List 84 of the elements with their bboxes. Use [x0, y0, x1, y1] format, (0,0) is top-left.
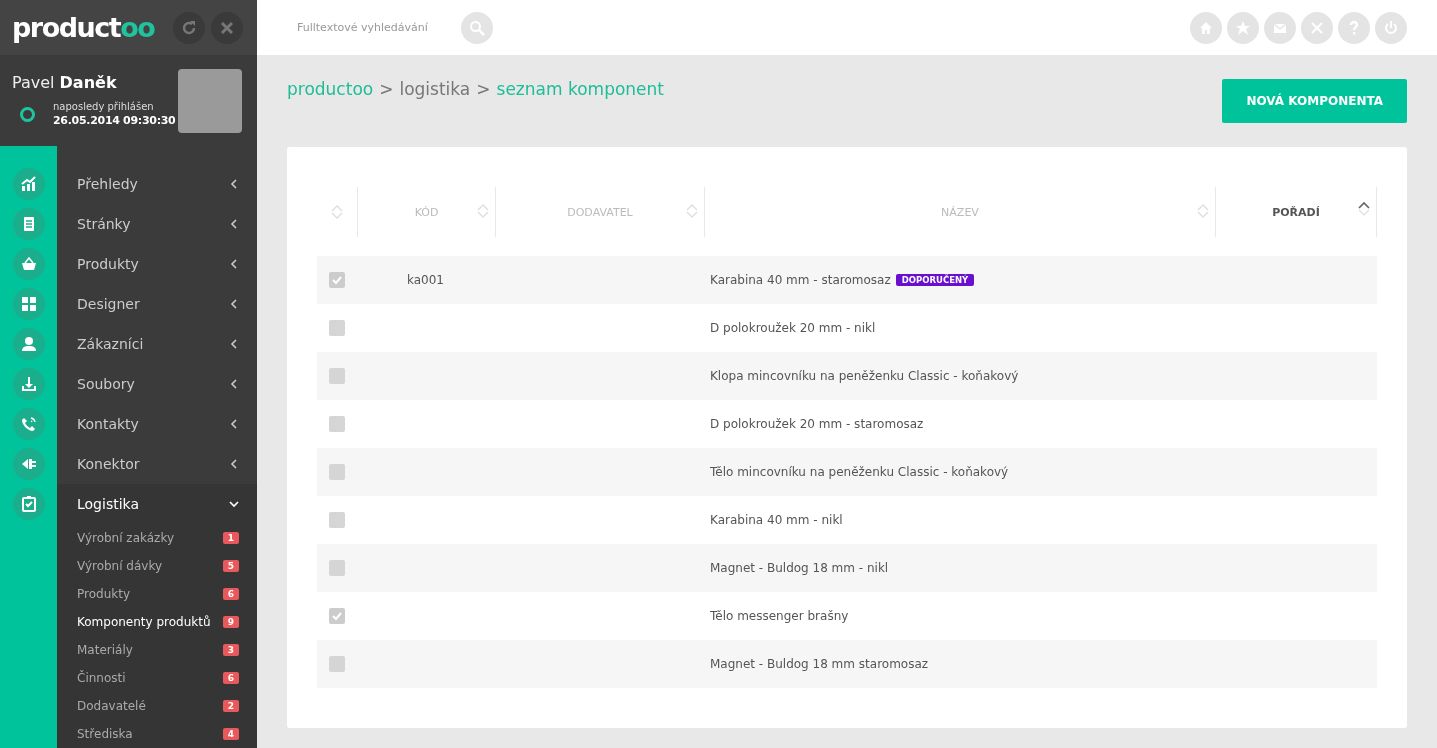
- row-checkbox[interactable]: [329, 608, 345, 624]
- count-badge: 9: [222, 616, 239, 628]
- last-login-label: naposledy přihlášen: [53, 100, 155, 115]
- count-badge: 6: [222, 672, 239, 684]
- chevron-left-icon: [229, 379, 239, 389]
- basket-icon[interactable]: [12, 248, 45, 280]
- sort-ascending-icon[interactable]: [1358, 201, 1370, 217]
- person-icon[interactable]: [12, 328, 45, 360]
- code-cell: ka001: [407, 273, 444, 287]
- row-checkbox[interactable]: [329, 320, 345, 336]
- nav-item[interactable]: Kontakty: [57, 404, 257, 444]
- sort-icon[interactable]: [686, 203, 698, 219]
- nav-item[interactable]: Produkty: [57, 244, 257, 284]
- name-cell: D polokroužek 20 mm - staromosaz: [710, 417, 924, 431]
- search-icon[interactable]: [461, 11, 493, 44]
- last-login-time: 26.05.2014 09:30:30: [53, 114, 176, 129]
- row-checkbox[interactable]: [329, 272, 345, 288]
- nav-subitem[interactable]: Výrobní zakázky 1: [57, 524, 257, 552]
- document-icon[interactable]: [12, 208, 45, 240]
- breadcrumb-separator: >: [476, 79, 491, 99]
- name-cell: Tělo messenger brašny: [710, 609, 849, 623]
- chevron-left-icon: [229, 339, 239, 349]
- count-badge: 1: [222, 532, 239, 544]
- close-icon[interactable]: [211, 11, 243, 44]
- breadcrumb-separator: >: [379, 79, 394, 99]
- nav-subitem[interactable]: Činnosti 6: [57, 664, 257, 692]
- nav-subitem[interactable]: Střediska 4: [57, 720, 257, 748]
- breadcrumb-item: logistika: [399, 79, 471, 99]
- download-icon[interactable]: [12, 368, 45, 400]
- nav-subitem[interactable]: Produkty 6: [57, 580, 257, 608]
- count-badge: 3: [222, 644, 239, 656]
- sort-icon[interactable]: [331, 204, 343, 220]
- power-icon[interactable]: [1375, 11, 1407, 44]
- plug-icon[interactable]: [12, 448, 45, 480]
- nav-item[interactable]: Konektor: [57, 444, 257, 484]
- name-cell: Karabina 40 mm - staromosaz: [710, 273, 891, 287]
- sort-icon[interactable]: [477, 203, 489, 219]
- chevron-down-icon: [229, 499, 239, 509]
- row-checkbox[interactable]: [329, 464, 345, 480]
- chevron-left-icon: [229, 259, 239, 269]
- count-badge: 4: [222, 728, 239, 740]
- name-cell: Magnet - Buldog 18 mm - nikl: [710, 561, 889, 575]
- chevron-left-icon: [229, 459, 239, 469]
- phone-icon[interactable]: [12, 408, 45, 440]
- nav-subitem[interactable]: Výrobní dávky 5: [57, 552, 257, 580]
- nav-subitem[interactable]: Dodavatelé 2: [57, 692, 257, 720]
- photo-placeholder: [178, 68, 242, 133]
- grid-icon[interactable]: [12, 288, 45, 320]
- count-badge: 6: [222, 588, 239, 600]
- name-cell: Karabina 40 mm - nikl: [710, 513, 843, 527]
- search-field[interactable]: Fulltextové vyhledávání: [295, 20, 439, 35]
- nav-item[interactable]: Designer: [57, 284, 257, 324]
- sort-icon[interactable]: [1197, 203, 1209, 219]
- row-checkbox[interactable]: [329, 368, 345, 384]
- chevron-left-icon: [229, 219, 239, 229]
- user-name: Pavel Daněk: [12, 73, 118, 93]
- nav-item[interactable]: Soubory: [57, 364, 257, 404]
- chevron-left-icon: [229, 419, 239, 429]
- chevron-left-icon: [229, 179, 239, 189]
- count-badge: 2: [222, 700, 239, 712]
- row-checkbox[interactable]: [329, 416, 345, 432]
- nav-subitem[interactable]: Komponenty produktů 9: [57, 608, 257, 636]
- row-checkbox[interactable]: [329, 656, 345, 672]
- name-cell: Klopa mincovníku na peněženku Classic - koňakový: [710, 369, 1019, 383]
- recommended-tag: DOPORUČENÝ: [895, 274, 975, 286]
- mail-icon[interactable]: [1264, 11, 1296, 44]
- row-checkbox[interactable]: [329, 560, 345, 576]
- nav-item[interactable]: Stránky: [57, 204, 257, 244]
- nav-item[interactable]: Přehledy: [57, 164, 257, 204]
- clipboard-check-icon[interactable]: [12, 488, 45, 520]
- row-checkbox[interactable]: [329, 512, 345, 528]
- name-cell: D polokroužek 20 mm - nikl: [710, 321, 876, 335]
- nav-item[interactable]: Logistika: [57, 484, 257, 524]
- nav-subitem[interactable]: Materiály 3: [57, 636, 257, 664]
- name-cell: Magnet - Buldog 18 mm staromosaz: [710, 657, 929, 671]
- count-badge: 5: [222, 560, 239, 572]
- help-icon[interactable]: [1338, 11, 1370, 44]
- home-icon[interactable]: [1190, 11, 1222, 44]
- name-cell: Tělo mincovníku na peněženku Classic - koňakový: [710, 465, 1009, 479]
- refresh-icon[interactable]: [173, 11, 205, 44]
- chevron-left-icon: [229, 299, 239, 309]
- column-header[interactable]: POŘADÍ: [1216, 187, 1377, 237]
- chart-icon[interactable]: [12, 168, 45, 200]
- nav-item[interactable]: Zákazníci: [57, 324, 257, 364]
